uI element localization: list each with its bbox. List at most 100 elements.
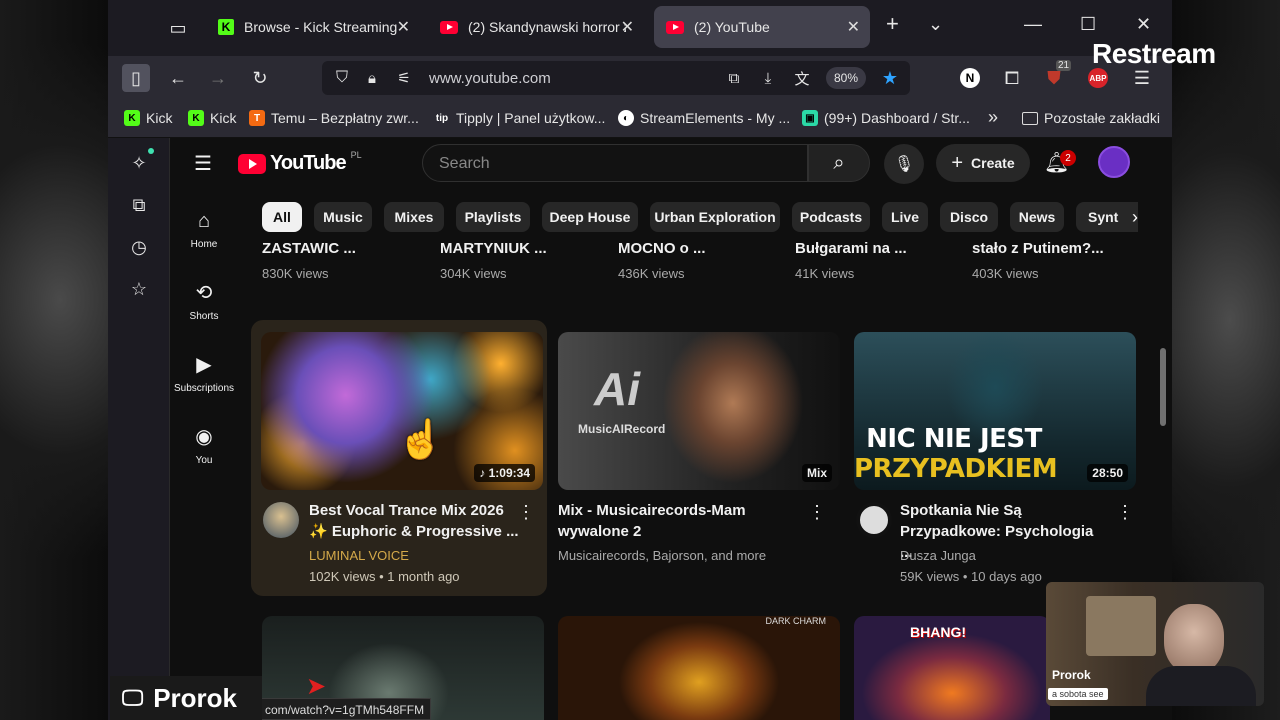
forward-icon[interactable]: → <box>204 64 232 92</box>
search-input[interactable]: Search <box>422 144 808 182</box>
thumbnail-text: BHANG! <box>910 624 966 640</box>
scrollbar[interactable] <box>1160 348 1166 426</box>
close-icon[interactable]: ✕ <box>847 17 860 37</box>
video-thumbnail[interactable]: NIC NIE JEST PRZYPADKIEM 28:50 <box>854 332 1136 490</box>
video-title[interactable]: Bułgarami na ... <box>795 240 907 257</box>
back-icon[interactable]: ← <box>164 64 192 92</box>
close-icon[interactable]: ✕ <box>397 17 410 37</box>
extensions-icon[interactable]: ⧠ <box>998 64 1026 92</box>
streamer-label: 🖵︎ Prorok <box>110 676 262 720</box>
lock-icon[interactable]: 🔒︎ <box>358 64 386 92</box>
chevron-right-icon[interactable]: › <box>1120 202 1150 232</box>
video-card[interactable]: MusicAIRecord Ai Mix Mix - Musicairecord… <box>548 320 844 596</box>
reload-icon[interactable]: ↻ <box>246 64 274 92</box>
other-bookmarks[interactable]: Pozostałe zakładki <box>1022 110 1160 126</box>
star-icon[interactable]: ★ <box>876 64 904 92</box>
chip-all[interactable]: All <box>262 202 302 232</box>
sidebar-item-home[interactable]: ⌂ Home <box>170 210 238 250</box>
translate-icon[interactable]: 文 <box>788 64 816 92</box>
chip-podcasts[interactable]: Podcasts <box>792 202 870 232</box>
search-button[interactable]: ⌕ <box>808 144 870 182</box>
more-options-icon[interactable]: ⋮ <box>808 502 826 523</box>
video-title[interactable]: Mix - Musicairecords-Mam wywalone 2 <box>558 500 808 542</box>
permissions-icon[interactable]: ⚟ <box>390 64 418 92</box>
video-stats: 102K views • 1 month ago <box>309 569 460 584</box>
chip-news[interactable]: News <box>1010 202 1064 232</box>
reader-view-icon[interactable]: ⧉ <box>720 64 748 92</box>
channel-avatar[interactable] <box>263 502 299 538</box>
video-views: 403K views <box>972 266 1039 281</box>
video-title[interactable]: MOCNO o ... <box>618 240 706 257</box>
chip-live[interactable]: Live <box>882 202 928 232</box>
download-icon[interactable]: ⤓ <box>754 64 782 92</box>
more-bookmarks-icon[interactable]: » <box>988 107 998 128</box>
ai-sparkle-icon[interactable]: ✧ <box>128 148 154 174</box>
ublock-icon[interactable]: ⛊ 21 <box>1040 60 1072 92</box>
video-title[interactable]: Best Vocal Trance Mix 2026 ✨ Euphoric & … <box>309 500 519 542</box>
sidebar-item-subscriptions[interactable]: ▶ Subscriptions <box>170 352 238 394</box>
mix-badge: Mix <box>801 464 832 482</box>
channel-name[interactable]: Musicairecords, Bajorson, and more <box>558 548 766 563</box>
restream-watermark: Restream <box>1092 38 1216 69</box>
voice-search-button[interactable]: 🎙︎ <box>884 144 924 184</box>
tab-skandynawski[interactable]: (2) Skandynawski horror z ✕ <box>428 6 644 48</box>
bookmark-item[interactable]: K Kick <box>188 110 236 126</box>
hamburger-menu-icon[interactable]: ☰ <box>194 151 212 176</box>
more-options-icon[interactable]: ⋮ <box>1116 502 1134 523</box>
bookmark-item[interactable]: T Temu – Bezpłatny zwr... <box>249 110 419 126</box>
duration-badge: 28:50 <box>1087 464 1128 482</box>
bookmarks-star-icon[interactable]: ☆ <box>128 278 150 300</box>
sidebar-item-you[interactable]: ◉ You <box>170 424 238 466</box>
url-text[interactable]: www.youtube.com <box>429 70 551 87</box>
channel-name[interactable]: LUMINAL VOICE <box>309 548 409 563</box>
cursor-arrow-icon: ➤ <box>306 673 327 700</box>
bookmark-item[interactable]: ◐ StreamElements - My ... <box>618 110 790 126</box>
sidebar-toggle-icon[interactable]: ▯ <box>122 64 150 92</box>
window-close-icon[interactable]: ✕ <box>1136 14 1151 35</box>
maximize-icon[interactable]: ☐ <box>1080 14 1096 35</box>
webcam-overlay: Prorok a sobota see <box>1046 582 1264 706</box>
chip-deep-house[interactable]: Deep House <box>542 202 638 232</box>
video-card[interactable]: NIC NIE JEST PRZYPADKIEM 28:50 Spotkania… <box>844 320 1140 596</box>
bookmark-item[interactable]: tip Tipply | Panel użytkow... <box>434 110 606 126</box>
video-title[interactable]: MARTYNIUK ... <box>440 240 547 257</box>
url-bar[interactable]: ⛉ 🔒︎ ⚟ www.youtube.com ⧉ ⤓ 文 80% ★ <box>322 61 910 95</box>
synced-tabs-icon[interactable]: ⧉ <box>128 194 150 216</box>
sidebar-item-shorts[interactable]: ⟲ Shorts <box>170 280 238 322</box>
chevron-down-icon[interactable]: ⌄ <box>928 14 943 35</box>
tab-youtube[interactable]: (2) YouTube ✕ <box>654 6 870 48</box>
zoom-level[interactable]: 80% <box>826 67 866 89</box>
youtube-icon <box>666 20 684 34</box>
video-thumbnail[interactable]: MusicAIRecord Ai Mix <box>558 332 840 490</box>
new-tab-icon[interactable]: + <box>886 11 899 37</box>
chip-urban-exploration[interactable]: Urban Exploration <box>650 202 780 232</box>
tab-kick[interactable]: K Browse - Kick Streaming ✕ <box>206 6 420 48</box>
chip-music[interactable]: Music <box>314 202 372 232</box>
more-options-icon[interactable]: ⋮ <box>517 502 535 523</box>
video-thumbnail[interactable]: BHANG! <box>854 616 1050 720</box>
video-title[interactable]: stało z Putinem?... <box>972 240 1104 257</box>
video-thumbnail[interactable]: ♪ 1:09:34 ☝ <box>261 332 543 490</box>
tab-groups-icon[interactable]: ▭ <box>164 14 192 42</box>
chip-disco[interactable]: Disco <box>940 202 998 232</box>
youtube-logo[interactable]: YouTube PL <box>238 150 362 175</box>
profile-icon[interactable]: N <box>956 64 984 92</box>
avatar[interactable] <box>1098 146 1130 178</box>
channel-avatar[interactable] <box>856 502 892 538</box>
video-title[interactable]: ZASTAWIC ... <box>262 240 356 257</box>
video-thumbnail[interactable]: DARK CHARM <box>558 616 840 720</box>
bookmark-item[interactable]: K Kick <box>124 110 172 126</box>
user-icon: ◉ <box>195 426 213 448</box>
minimize-icon[interactable]: — <box>1024 14 1042 35</box>
chip-mixes[interactable]: Mixes <box>384 202 444 232</box>
chip-playlists[interactable]: Playlists <box>456 202 530 232</box>
shield-icon[interactable]: ⛉ <box>328 64 356 92</box>
close-icon[interactable]: ✕ <box>621 17 634 37</box>
search-icon: ⌕ <box>833 151 845 174</box>
tab-title: (2) Skandynawski horror z <box>468 19 626 35</box>
create-button[interactable]: + Create <box>936 144 1030 182</box>
history-icon[interactable]: ◷ <box>128 236 150 258</box>
channel-name[interactable]: Dusza Junga <box>900 548 976 563</box>
video-card[interactable]: ♪ 1:09:34 ☝ Best Vocal Trance Mix 2026 ✨… <box>251 320 547 596</box>
bookmark-item[interactable]: ▣ (99+) Dashboard / Str... <box>802 110 970 126</box>
